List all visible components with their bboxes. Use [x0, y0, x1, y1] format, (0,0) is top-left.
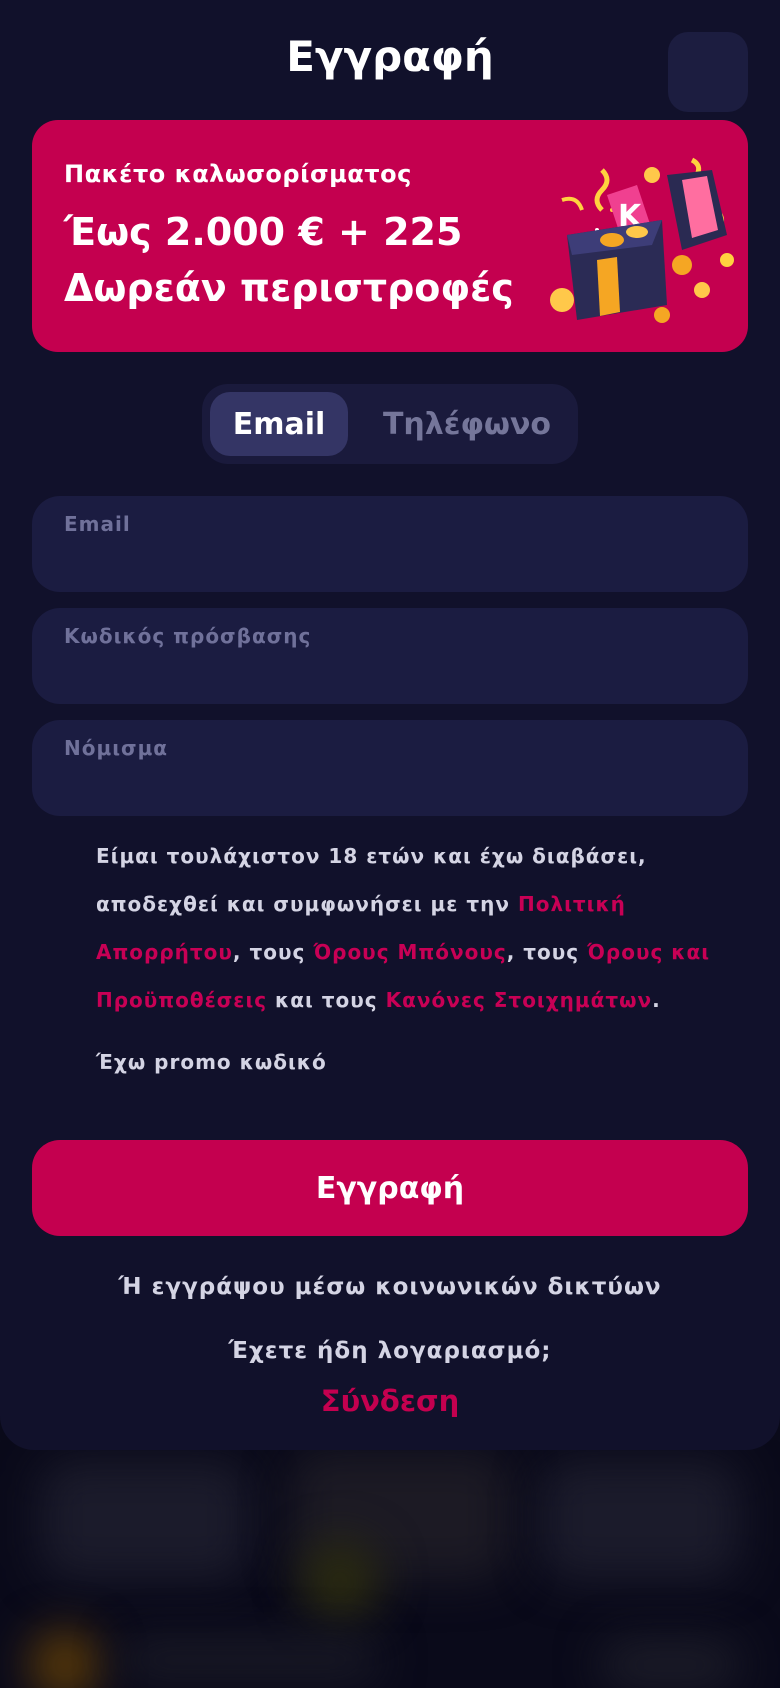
login-link[interactable]: Σύνδεση: [0, 1384, 780, 1418]
terms-text: , τους: [232, 940, 314, 964]
auth-method-toggle: Email Τηλέφωνο: [202, 384, 578, 464]
blurred-card: [540, 1460, 740, 1580]
tab-phone[interactable]: Τηλέφωνο: [364, 392, 570, 456]
gift-box-icon: K: [550, 157, 734, 323]
close-button[interactable]: [668, 32, 748, 112]
social-register-link[interactable]: Ή εγγράψου μέσω κοινωνικών δικτύων: [0, 1274, 780, 1300]
password-field[interactable]: [64, 652, 714, 692]
promo-code-toggle[interactable]: Έχω promo κωδικό: [96, 1050, 327, 1074]
background-content: [0, 1440, 780, 1688]
register-button[interactable]: Εγγραφή: [32, 1140, 748, 1236]
registration-modal: Εγγραφή Πακέτο καλωσορίσματος Έως 2.000 …: [0, 0, 780, 1450]
tab-email[interactable]: Email: [210, 392, 348, 456]
password-field-label: Κωδικός πρόσβασης: [64, 624, 312, 648]
betting-rules-link[interactable]: Κανόνες Στοιχημάτων: [386, 988, 653, 1012]
have-account-text: Έχετε ήδη λογαριασμό;: [228, 1338, 552, 1364]
blurred-button: [600, 1640, 740, 1688]
email-field-label: Email: [64, 512, 131, 536]
promo-subtitle: Πακέτο καλωσορίσματος: [64, 160, 412, 188]
currency-field-label: Νόμισμα: [64, 736, 169, 760]
promo-headline: Έως 2.000 € + 225 Δωρεάν περιστροφές: [64, 210, 514, 310]
email-field-container: Email: [32, 496, 748, 592]
terms-text: και τους: [267, 988, 386, 1012]
email-field[interactable]: [64, 540, 714, 580]
welcome-promo-banner: Πακέτο καλωσορίσματος Έως 2.000 € + 225 …: [32, 120, 748, 352]
password-field-container: Κωδικός πρόσβασης: [32, 608, 748, 704]
blurred-icon: [300, 1540, 380, 1620]
blurred-text: [120, 1640, 380, 1680]
blurred-icon: [30, 1630, 100, 1688]
currency-field[interactable]: [64, 764, 714, 804]
page-title: Εγγραφή: [286, 32, 494, 81]
currency-select[interactable]: Νόμισμα: [32, 720, 748, 816]
terms-agreement-text: Είμαι τουλάχιστον 18 ετών και έχω διαβάσ…: [96, 832, 748, 1024]
bonus-terms-link[interactable]: Όρους Μπόνους: [313, 940, 506, 964]
terms-text: .: [652, 988, 661, 1012]
blurred-card: [40, 1460, 250, 1580]
terms-text: , τους: [506, 940, 588, 964]
